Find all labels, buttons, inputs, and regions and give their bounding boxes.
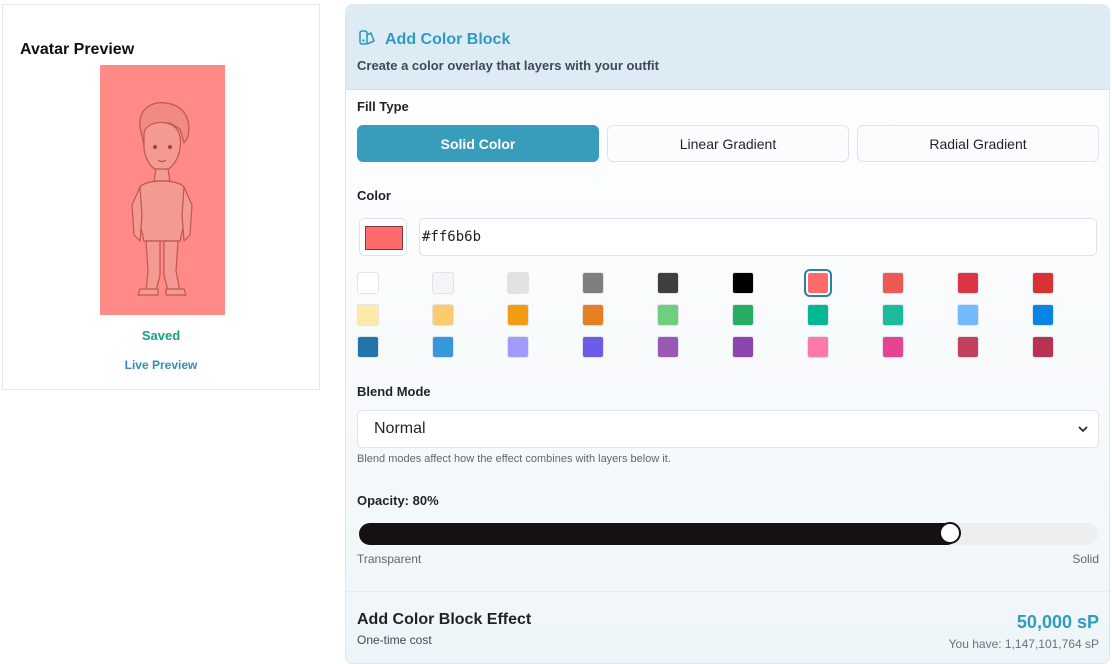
- fill-solid-button[interactable]: Solid Color: [357, 125, 599, 162]
- opacity-slider[interactable]: [359, 522, 1098, 545]
- footer-subtitle: One-time cost: [357, 633, 432, 647]
- opacity-label: Opacity: 80%: [357, 493, 439, 508]
- fill-radial-gradient-button[interactable]: Radial Gradient: [857, 125, 1099, 162]
- color-swatch[interactable]: [657, 272, 679, 294]
- balance: You have: 1,147,101,764 sP: [948, 637, 1099, 651]
- color-swatch[interactable]: [432, 336, 454, 358]
- blend-mode-select[interactable]: Normal: [357, 410, 1099, 448]
- color-swatch[interactable]: [657, 304, 679, 326]
- fill-linear-gradient-button[interactable]: Linear Gradient: [607, 125, 849, 162]
- color-swatch[interactable]: [1032, 336, 1054, 358]
- opacity-slider-thumb[interactable]: [939, 522, 962, 544]
- fill-type-label: Fill Type: [357, 99, 409, 114]
- color-swatch[interactable]: [882, 336, 904, 358]
- hex-color-input[interactable]: #ff6b6b: [419, 218, 1097, 256]
- chevron-down-icon: [1078, 426, 1088, 433]
- color-swatch[interactable]: [507, 336, 529, 358]
- color-swatch[interactable]: [732, 272, 754, 294]
- color-swatch[interactable]: [1032, 304, 1054, 326]
- color-swatch[interactable]: [807, 304, 829, 326]
- color-swatch[interactable]: [582, 272, 604, 294]
- color-swatch[interactable]: [357, 304, 379, 326]
- blend-mode-value: Normal: [374, 420, 426, 437]
- color-label: Color: [357, 188, 391, 203]
- color-swatch[interactable]: [957, 272, 979, 294]
- color-swatch[interactable]: [1032, 272, 1054, 294]
- color-swatch[interactable]: [582, 336, 604, 358]
- color-swatch[interactable]: [507, 304, 529, 326]
- color-swatch[interactable]: [882, 272, 904, 294]
- avatar-image: [100, 65, 225, 315]
- color-swatch[interactable]: [357, 336, 379, 358]
- blend-mode-hint: Blend modes affect how the effect combin…: [357, 453, 671, 465]
- color-swatch[interactable]: [732, 336, 754, 358]
- price: 50,000 sP: [1016, 612, 1099, 632]
- preview-title: Avatar Preview: [20, 41, 135, 58]
- avatar-figure-icon: [131, 102, 193, 296]
- saved-status: Saved: [141, 328, 181, 343]
- footer-divider: [346, 591, 1109, 592]
- live-preview-link[interactable]: Live Preview: [3, 358, 319, 372]
- opacity-min-label: Transparent: [357, 552, 422, 566]
- current-color-chip: [365, 226, 403, 250]
- opacity-slider-fill: [359, 523, 959, 545]
- color-swatch[interactable]: [882, 304, 904, 326]
- color-swatch[interactable]: [957, 304, 979, 326]
- color-swatch[interactable]: [357, 272, 379, 294]
- blend-mode-label: Blend Mode: [357, 384, 431, 399]
- color-block-panel: Add Color Block Create a color overlay t…: [345, 4, 1110, 664]
- panel-title: Add Color Block: [385, 31, 511, 48]
- panel-subtitle: Create a color overlay that layers with …: [357, 58, 659, 73]
- footer-title: Add Color Block Effect: [357, 611, 532, 628]
- color-swatch[interactable]: [732, 304, 754, 326]
- color-swatch-icon: [359, 30, 375, 45]
- color-swatch[interactable]: [582, 304, 604, 326]
- color-swatch[interactable]: [432, 272, 454, 294]
- color-swatch[interactable]: [804, 269, 832, 297]
- avatar-preview-card: Avatar Preview Saved Live Preview: [2, 4, 320, 390]
- color-swatch[interactable]: [507, 272, 529, 294]
- color-swatch[interactable]: [657, 336, 679, 358]
- opacity-max-label: Solid: [1072, 552, 1099, 566]
- color-swatch[interactable]: [957, 336, 979, 358]
- color-swatch[interactable]: [432, 304, 454, 326]
- color-picker-button[interactable]: [359, 218, 407, 256]
- color-swatch[interactable]: [807, 336, 829, 358]
- panel-header: Add Color Block Create a color overlay t…: [346, 5, 1109, 90]
